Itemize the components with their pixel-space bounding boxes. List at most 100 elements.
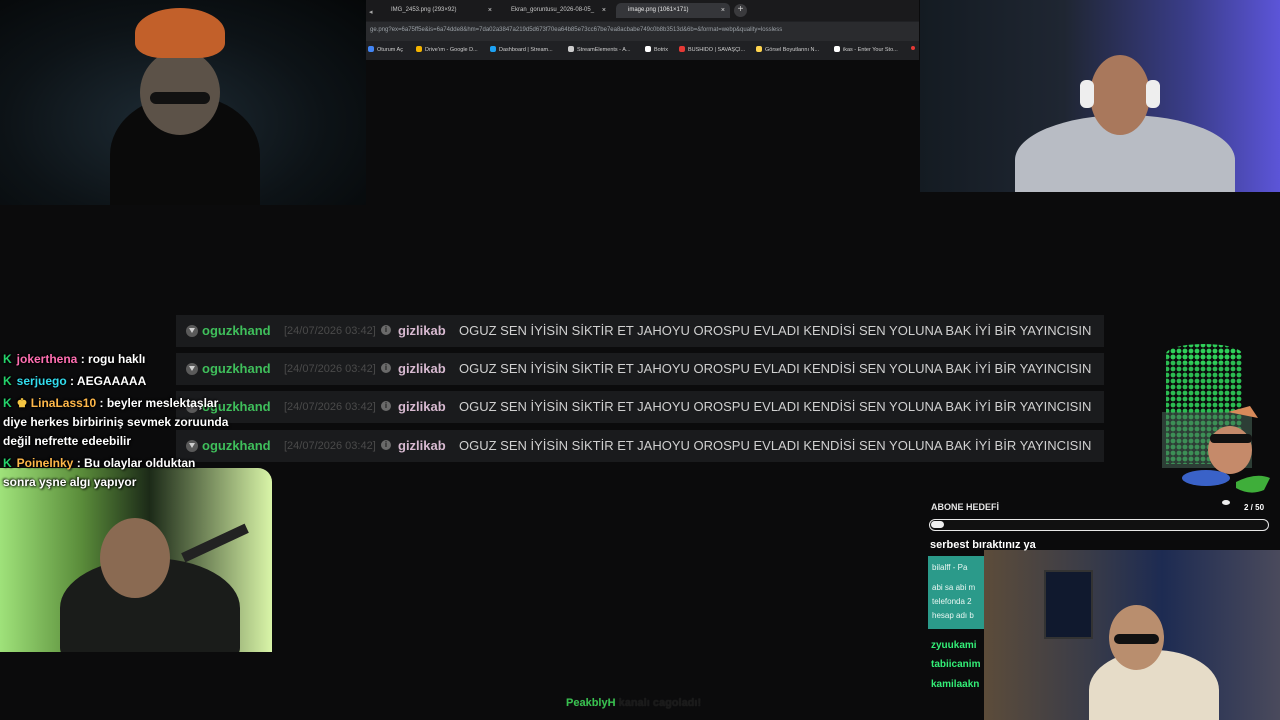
bookmarks-bar: Oturum Aç Drive'ım - Google D... Dashboa… xyxy=(366,42,919,58)
side-chat-line: telefonda 2 xyxy=(932,597,972,606)
overlay-chat-line: Kjokerthena : rogu haklı xyxy=(3,352,145,366)
chat-message: OGUZ SEN İYİSİN SİKTİR ET JAHOYU OROSPU … xyxy=(459,323,1092,338)
info-icon[interactable]: i xyxy=(381,440,391,450)
url-text: ge.png?ex=6a75ff5e&is=6a74dde8&hm=7da02a… xyxy=(370,27,783,33)
chat-message: OGUZ SEN İYİSİN SİKTİR ET JAHOYU OROSPU … xyxy=(459,361,1092,376)
webcam-bottom-left xyxy=(0,468,272,652)
target-username[interactable]: gizlikab xyxy=(398,361,446,376)
timestamp: [24/07/2026 03:42] xyxy=(284,440,376,452)
bookmark-icon xyxy=(568,46,574,52)
bookmark-label: Dashboard | Stream... xyxy=(499,47,553,53)
chevron-down-icon[interactable] xyxy=(186,440,198,452)
chat-log-row: oguzkhand [24/07/2026 03:42] i gizlikab … xyxy=(176,430,1104,462)
bookmark-icon xyxy=(490,46,496,52)
side-chat-line: bilalff - Pa xyxy=(932,563,968,572)
chat-text: : beyler meslektaşlar xyxy=(99,396,219,410)
bookmark-oturum-ac[interactable]: Oturum Aç xyxy=(368,46,403,53)
bookmark-label: Drive'ım - Google D... xyxy=(425,47,478,53)
bookmark-label: ikas - Enter Your Sto... xyxy=(843,47,898,53)
chevron-down-icon[interactable] xyxy=(186,325,198,337)
bookmark-botrix[interactable]: Botrix xyxy=(645,46,668,53)
bookmark-drive[interactable]: Drive'ım - Google D... xyxy=(416,46,478,53)
chat-username: LinaLass10 xyxy=(30,396,97,410)
bookmark-label: Oturum Aç xyxy=(377,47,403,53)
bookmark-icon xyxy=(368,46,374,52)
bookmark-label: BUSHIDO | SAVAŞÇI... xyxy=(688,47,746,53)
side-chat-line: abi sa abi m xyxy=(932,583,976,592)
kick-badge-icon: K xyxy=(3,374,12,388)
heart-icon xyxy=(1222,500,1230,505)
side-chat-name: kamilaakn xyxy=(931,679,980,690)
close-icon[interactable]: × xyxy=(721,3,725,18)
kick-badge-icon: K xyxy=(3,352,12,366)
bookmark-label: StreamElements - A... xyxy=(577,47,631,53)
bookmark-icon xyxy=(834,46,840,52)
bookmark-icon xyxy=(756,46,762,52)
target-username[interactable]: gizlikab xyxy=(398,438,446,453)
side-chat-line: hesap adı b xyxy=(932,611,974,620)
raid-alert-name: PeakblyH xyxy=(566,697,616,709)
bookmark-icon xyxy=(679,46,685,52)
close-icon[interactable]: × xyxy=(488,3,492,18)
overlay-chat-line-cont: sonra yşne algı yapıyor xyxy=(3,475,137,489)
chat-message: OGUZ SEN İYİSİN SİKTİR ET JAHOYU OROSPU … xyxy=(459,438,1092,453)
tab-img2453[interactable]: IMG_2453.png (293×92) × xyxy=(379,3,497,18)
bookmark-dashboard[interactable]: Dashboard | Stream... xyxy=(490,46,553,53)
target-username[interactable]: gizlikab xyxy=(398,399,446,414)
chevron-down-icon[interactable] xyxy=(186,363,198,375)
info-icon[interactable]: i xyxy=(381,401,391,411)
sub-goal-label: ABONE HEDEFİ xyxy=(931,502,1000,512)
sub-goal-count: 2 / 50 xyxy=(1244,503,1265,512)
raid-alert-text: kanalı cagoladı! xyxy=(618,697,702,709)
username[interactable]: oguzkhand xyxy=(202,438,271,453)
tab-bar: ◂ IMG_2453.png (293×92) × Ekran_goruntus… xyxy=(366,0,919,21)
bookmark-icon xyxy=(416,46,422,52)
chat-username: jokerthena xyxy=(16,352,78,366)
bookmark-gorsel[interactable]: Görsel Boyutlarını N... xyxy=(756,46,819,53)
bookmark-more-icon[interactable] xyxy=(911,46,915,50)
chat-text: : rogu haklı xyxy=(80,352,146,366)
overlay-chat-line: K Poinelnky : Bu olaylar olduktan xyxy=(3,456,195,470)
webcam-top-right xyxy=(920,0,1280,192)
chat-message: OGUZ SEN İYİSİN SİKTİR ET JAHOYU OROSPU … xyxy=(459,399,1092,414)
info-icon[interactable]: i xyxy=(381,363,391,373)
chat-log-row: oguzkhand [24/07/2026 03:42] i gizlikab … xyxy=(176,353,1104,385)
bookmark-bushido[interactable]: BUSHIDO | SAVAŞÇI... xyxy=(679,46,745,53)
sub-goal-progress-fill xyxy=(931,521,944,528)
timestamp: [24/07/2026 03:42] xyxy=(284,401,376,413)
green-cube-icon xyxy=(1162,344,1270,493)
username[interactable]: oguzkhand xyxy=(202,323,271,338)
chat-text: : AEGAAAAA xyxy=(70,374,147,388)
overlay-chat-line-cont: değil nefrette edeebilir xyxy=(3,434,132,448)
new-tab-button[interactable]: + xyxy=(734,4,747,17)
info-icon[interactable]: i xyxy=(381,325,391,335)
tab-scroll-icon[interactable]: ◂ xyxy=(369,8,373,16)
bookmark-icon xyxy=(645,46,651,52)
timestamp: [24/07/2026 03:42] xyxy=(284,363,376,375)
tab-image-png[interactable]: image.png (1061×171) × xyxy=(616,3,730,18)
chat-username: serjuego xyxy=(16,374,67,388)
kick-badge-icon: K xyxy=(3,456,12,470)
chat-log-row: oguzkhand [24/07/2026 03:42] i gizlikab … xyxy=(176,315,1104,347)
webcam-top-left xyxy=(0,0,366,205)
tab-ekran-goruntusu[interactable]: Ekran_goruntusu_2026-08-05_ × xyxy=(499,3,611,18)
side-chat-name: zyuukami xyxy=(931,640,977,651)
chat-username: Poinelnky xyxy=(16,456,74,470)
bookmark-label: Botrix xyxy=(654,47,669,53)
kick-badge-icon: K xyxy=(3,396,12,410)
target-username[interactable]: gizlikab xyxy=(398,323,446,338)
address-bar[interactable]: ge.png?ex=6a75ff5e&is=6a74dde8&hm=7da02a… xyxy=(366,22,919,41)
raid-alert: PeakblyH kanalı cagoladı! xyxy=(566,697,701,709)
webcam-bottom-right xyxy=(984,550,1280,720)
bookmark-label: Görsel Boyutlarını N... xyxy=(765,47,820,53)
username[interactable]: oguzkhand xyxy=(202,361,271,376)
side-chat-name: tabiicanim xyxy=(931,659,981,670)
timestamp: [24/07/2026 03:42] xyxy=(284,325,376,337)
chat-text: : Bu olaylar olduktan xyxy=(76,456,196,470)
alert-cube-widget xyxy=(1158,342,1278,507)
close-icon[interactable]: × xyxy=(602,3,606,18)
side-chat-panel: bilalff - Pa abi sa abi m telefonda 2 he… xyxy=(928,556,984,629)
tab-label: Ekran_goruntusu_2026-08-05_ xyxy=(511,7,595,13)
bookmark-streamelements[interactable]: StreamElements - A... xyxy=(568,46,631,53)
bookmark-ikas[interactable]: ikas - Enter Your Sto... xyxy=(834,46,898,53)
